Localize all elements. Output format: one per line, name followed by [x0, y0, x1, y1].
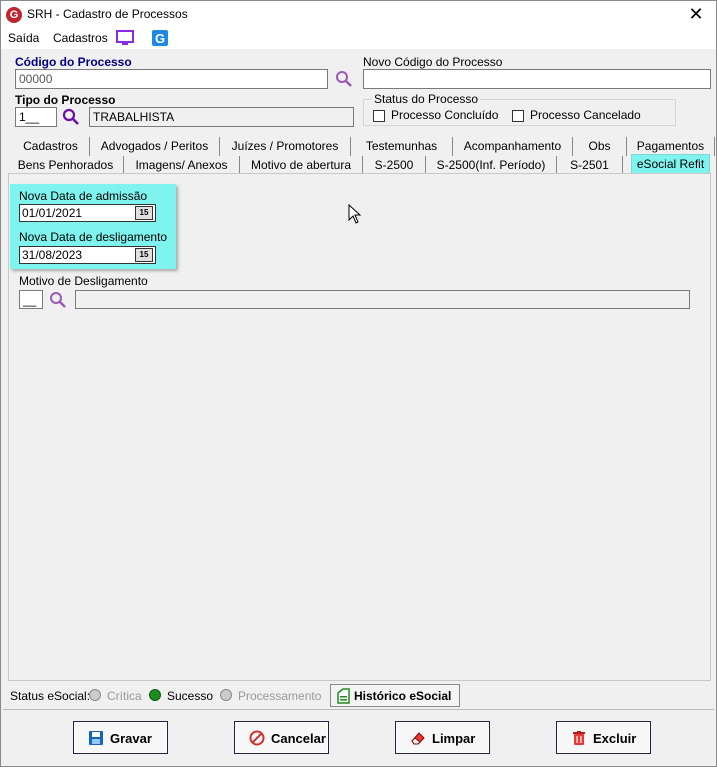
- tab-obs[interactable]: Obs: [573, 137, 627, 156]
- mouse-cursor-icon: [348, 204, 362, 224]
- tab-esocial-refit[interactable]: eSocial Refit: [631, 154, 710, 173]
- menu-bar: Saída Cadastros G: [1, 29, 716, 49]
- trash-icon: [573, 731, 585, 745]
- historico-esocial-button[interactable]: Histórico eSocial: [330, 684, 460, 707]
- desligamento-date-input[interactable]: 31/08/2023 15: [19, 246, 156, 264]
- sheet-icon: [337, 688, 350, 704]
- calendar-icon[interactable]: 15: [135, 206, 153, 220]
- critica-label: Crítica: [107, 689, 142, 703]
- eraser-icon: [411, 732, 425, 745]
- svg-text:G: G: [155, 31, 165, 46]
- sucesso-indicator: [149, 689, 161, 701]
- app-logo-icon: G: [6, 7, 22, 23]
- close-icon[interactable]: ✕: [684, 4, 708, 25]
- status-processo-title: Status do Processo: [372, 92, 481, 106]
- cancelado-checkbox[interactable]: [512, 110, 524, 122]
- admissao-date-input[interactable]: 01/01/2021 15: [19, 204, 156, 222]
- excluir-label: Excluir: [593, 731, 637, 746]
- historico-label: Histórico eSocial: [354, 689, 452, 703]
- cancelar-button[interactable]: Cancelar: [234, 721, 329, 754]
- motivo-code-input[interactable]: __: [19, 290, 43, 309]
- novo-codigo-label: Novo Código do Processo: [363, 55, 503, 69]
- window-title: SRH - Cadastro de Processos: [27, 7, 188, 21]
- calendar-icon[interactable]: 15: [135, 248, 153, 262]
- g-app-icon[interactable]: G: [151, 29, 169, 47]
- monitor-icon[interactable]: [116, 29, 134, 47]
- novo-codigo-input[interactable]: [363, 69, 711, 89]
- motivo-search-icon[interactable]: [49, 291, 67, 309]
- status-processo-group: Status do Processo Processo Concluído Pr…: [363, 92, 676, 126]
- tipo-desc-field: TRABALHISTA: [89, 107, 354, 127]
- main-window: G SRH - Cadastro de Processos ✕ Saída Ca…: [0, 0, 717, 767]
- motivo-label: Motivo de Desligamento: [19, 274, 148, 288]
- title-bar: G SRH - Cadastro de Processos ✕: [1, 1, 716, 29]
- search-icon[interactable]: [335, 70, 353, 88]
- processamento-label: Processamento: [238, 689, 322, 703]
- tab-testemunhas[interactable]: Testemunhas: [351, 137, 453, 156]
- limpar-label: Limpar: [432, 731, 476, 746]
- desligamento-label: Nova Data de desligamento: [19, 230, 168, 244]
- tipo-label: Tipo do Processo: [15, 93, 116, 107]
- menu-cadastros[interactable]: Cadastros: [53, 31, 108, 45]
- tipo-search-icon[interactable]: [62, 108, 80, 126]
- tab-advogados[interactable]: Advogados / Peritos: [90, 137, 220, 156]
- admissao-date-value: 01/01/2021: [22, 206, 83, 220]
- cancelar-label: Cancelar: [271, 731, 326, 746]
- limpar-button[interactable]: Limpar: [395, 721, 490, 754]
- tipo-code-input[interactable]: 1__: [15, 107, 57, 127]
- desligamento-date-value: 31/08/2023: [22, 248, 83, 262]
- gravar-button[interactable]: Gravar: [73, 721, 168, 754]
- concluido-checkbox[interactable]: [373, 110, 385, 122]
- codigo-input[interactable]: 00000: [15, 69, 328, 89]
- critica-indicator: [89, 689, 101, 701]
- codigo-label: Código do Processo: [15, 55, 132, 69]
- tab-acompanhamento[interactable]: Acompanhamento: [453, 137, 573, 156]
- concluido-label: Processo Concluído: [391, 108, 499, 122]
- menu-saida[interactable]: Saída: [8, 31, 39, 45]
- excluir-button[interactable]: Excluir: [556, 721, 651, 754]
- cancel-icon: [249, 730, 265, 746]
- status-esocial-label: Status eSocial:: [10, 689, 91, 703]
- motivo-desc-field: [75, 290, 690, 309]
- save-icon: [89, 731, 103, 745]
- gravar-label: Gravar: [110, 731, 152, 746]
- admissao-label: Nova Data de admissão: [19, 189, 148, 203]
- tab-juizes[interactable]: Juízes / Promotores: [220, 137, 351, 156]
- sucesso-label: Sucesso: [167, 689, 214, 703]
- tab-cadastros[interactable]: Cadastros: [12, 137, 90, 156]
- cancelado-label: Processo Cancelado: [530, 108, 641, 122]
- processamento-indicator: [220, 689, 232, 701]
